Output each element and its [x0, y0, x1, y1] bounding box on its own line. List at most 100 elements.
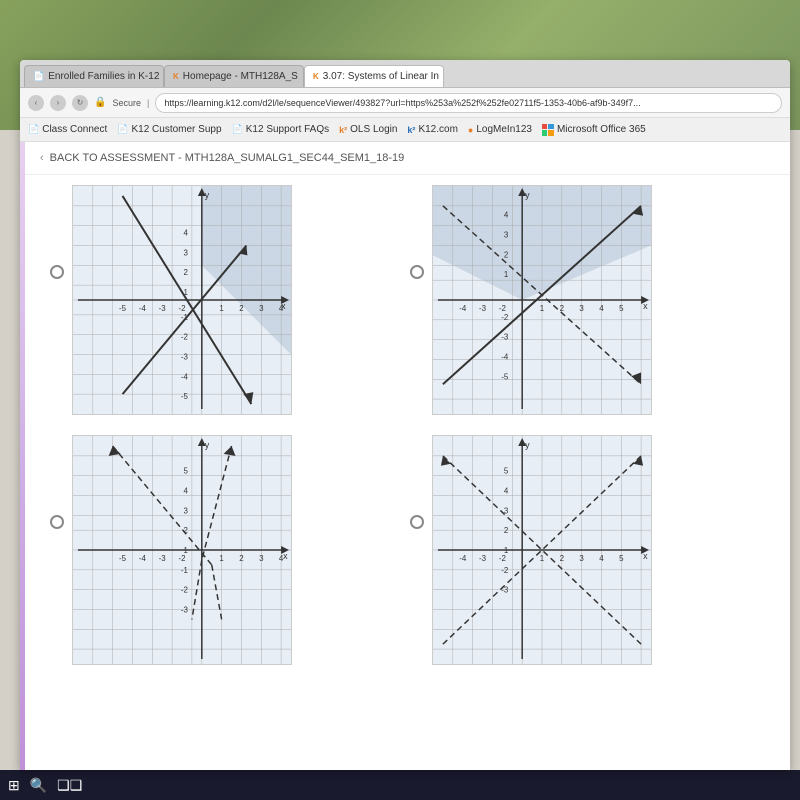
- svg-text:4: 4: [599, 304, 604, 313]
- svg-text:3: 3: [259, 304, 264, 313]
- graph-item-1: y x 4 3 2 1 -1 -2 -3 -4 -5: [50, 185, 390, 415]
- svg-text:1: 1: [540, 304, 545, 313]
- bookmark-k12com[interactable]: k² K12.com: [407, 124, 457, 135]
- tab-enrolled-families[interactable]: 📄 Enrolled Families in K-12 ×: [24, 65, 164, 87]
- tab-homepage[interactable]: K Homepage - MTH128A_S ×: [164, 65, 304, 87]
- svg-text:-1: -1: [181, 566, 189, 575]
- radio-button-1[interactable]: [50, 265, 64, 279]
- bookmark-label-k12-faqs: K12 Support FAQs: [246, 124, 329, 135]
- bookmark-label-class-connect: Class Connect: [42, 124, 107, 135]
- svg-text:-2: -2: [499, 304, 506, 313]
- svg-text:-3: -3: [501, 333, 509, 342]
- svg-text:3: 3: [184, 248, 189, 257]
- bookmark-ols-login[interactable]: k² OLS Login: [339, 124, 397, 135]
- bookmark-label-k12com: K12.com: [418, 124, 457, 135]
- svg-text:x: x: [283, 551, 288, 561]
- tab-systems-linear[interactable]: K 3.07: Systems of Linear In ×: [304, 65, 444, 87]
- radio-button-3[interactable]: [50, 515, 64, 529]
- bookmark-office365[interactable]: Microsoft Office 365: [542, 124, 646, 136]
- url-input[interactable]: [155, 93, 782, 113]
- back-to-assessment-bar[interactable]: ‹ BACK TO ASSESSMENT - MTH128A_SUMALG1_S…: [20, 142, 790, 175]
- graph-svg-2: y x 4 3 2 1 -2 -3 -4 -5 -4: [433, 186, 651, 414]
- separator: |: [147, 98, 149, 108]
- svg-text:2: 2: [504, 250, 508, 259]
- radio-button-4[interactable]: [410, 515, 424, 529]
- forward-nav-button[interactable]: ›: [50, 95, 66, 111]
- task-view-button[interactable]: ❑❑: [57, 777, 82, 794]
- svg-text:4: 4: [504, 211, 509, 220]
- graphs-grid: y x 4 3 2 1 -1 -2 -3 -4 -5: [40, 185, 760, 665]
- radio-button-2[interactable]: [410, 265, 424, 279]
- graph-item-3: y x 5 4 3 2 1 -1 -2 -3 -5: [50, 435, 390, 665]
- bookmark-k12-faqs[interactable]: 📄 K12 Support FAQs: [232, 124, 330, 135]
- bookmark-label-logmein: LogMeIn123: [476, 124, 532, 135]
- secure-label: Secure: [112, 98, 141, 108]
- svg-text:3: 3: [504, 231, 509, 240]
- svg-text:-2: -2: [501, 566, 508, 575]
- svg-text:-3: -3: [159, 554, 167, 563]
- svg-text:1: 1: [219, 304, 224, 313]
- bookmark-k12-customer[interactable]: 📄 K12 Customer Supp: [117, 124, 221, 135]
- graph-svg-3: y x 5 4 3 2 1 -1 -2 -3 -5: [73, 436, 291, 664]
- start-button[interactable]: ⊞: [8, 777, 20, 794]
- bookmark-class-connect[interactable]: 📄 Class Connect: [28, 124, 107, 135]
- svg-text:4: 4: [184, 229, 189, 238]
- tab-label-3: 3.07: Systems of Linear In: [323, 71, 439, 82]
- bookmark-icon-k12-customer: 📄: [117, 124, 128, 135]
- svg-text:-4: -4: [501, 352, 509, 361]
- svg-text:2: 2: [239, 304, 243, 313]
- graph-4[interactable]: y x 5 4 3 2 1 -2 -3 -4 -3: [432, 435, 652, 665]
- tab-label-2: Homepage - MTH128A_S: [183, 71, 298, 82]
- svg-text:2: 2: [184, 268, 188, 277]
- svg-text:y: y: [205, 190, 210, 200]
- svg-text:-3: -3: [181, 352, 189, 361]
- svg-text:-2: -2: [501, 313, 508, 322]
- svg-text:2: 2: [239, 554, 243, 563]
- svg-text:4: 4: [279, 304, 284, 313]
- bookmark-icon-ols: k²: [339, 125, 347, 135]
- svg-text:-4: -4: [181, 372, 189, 381]
- svg-text:3: 3: [259, 554, 264, 563]
- graph-item-4: y x 5 4 3 2 1 -2 -3 -4 -3: [410, 435, 750, 665]
- svg-text:-2: -2: [181, 586, 188, 595]
- svg-text:x: x: [643, 551, 648, 561]
- bookmarks-bar: 📄 Class Connect 📄 K12 Customer Supp 📄 K1…: [20, 118, 790, 142]
- svg-text:2: 2: [504, 526, 508, 535]
- tab-bar: 📄 Enrolled Families in K-12 × K Homepage…: [20, 60, 790, 88]
- svg-text:4: 4: [599, 554, 604, 563]
- address-bar: ‹ › ↻ 🔒 Secure |: [20, 88, 790, 118]
- page-content: ‹ BACK TO ASSESSMENT - MTH128A_SUMALG1_S…: [20, 142, 790, 770]
- refresh-button[interactable]: ↻: [72, 95, 88, 111]
- bookmark-label-ols: OLS Login: [350, 124, 397, 135]
- svg-text:1: 1: [540, 554, 545, 563]
- svg-text:4: 4: [504, 487, 509, 496]
- svg-text:3: 3: [579, 554, 584, 563]
- svg-text:y: y: [525, 190, 530, 200]
- svg-text:-3: -3: [479, 554, 487, 563]
- svg-text:-5: -5: [119, 554, 127, 563]
- bookmark-icon-k12com: k²: [407, 125, 415, 135]
- svg-text:1: 1: [504, 270, 509, 279]
- back-arrow-icon: ‹: [40, 152, 44, 164]
- back-to-assessment-label: BACK TO ASSESSMENT - MTH128A_SUMALG1_SEC…: [50, 152, 405, 164]
- bookmark-icon-logmein: ●: [468, 125, 473, 135]
- search-button[interactable]: 🔍: [30, 777, 47, 794]
- svg-text:-5: -5: [119, 304, 127, 313]
- svg-text:-5: -5: [181, 392, 189, 401]
- graph-1[interactable]: y x 4 3 2 1 -1 -2 -3 -4 -5: [72, 185, 292, 415]
- taskbar: ⊞ 🔍 ❑❑: [0, 770, 800, 800]
- browser-window: 📄 Enrolled Families in K-12 × K Homepage…: [20, 60, 790, 770]
- bookmark-logmein[interactable]: ● LogMeIn123: [468, 124, 532, 135]
- bookmark-label-office365: Microsoft Office 365: [557, 124, 646, 135]
- graph-3[interactable]: y x 5 4 3 2 1 -1 -2 -3 -5: [72, 435, 292, 665]
- tab-label-1: Enrolled Families in K-12: [48, 71, 159, 82]
- bookmark-icon-class-connect: 📄: [28, 124, 39, 135]
- graph-2[interactable]: y x 4 3 2 1 -2 -3 -4 -5 -4: [432, 185, 652, 415]
- lock-icon: 🔒: [94, 97, 106, 108]
- graph-svg-4: y x 5 4 3 2 1 -2 -3 -4 -3: [433, 436, 651, 664]
- svg-text:5: 5: [619, 304, 624, 313]
- svg-text:-4: -4: [459, 554, 467, 563]
- svg-text:4: 4: [184, 487, 189, 496]
- svg-text:2: 2: [560, 304, 564, 313]
- back-nav-button[interactable]: ‹: [28, 95, 44, 111]
